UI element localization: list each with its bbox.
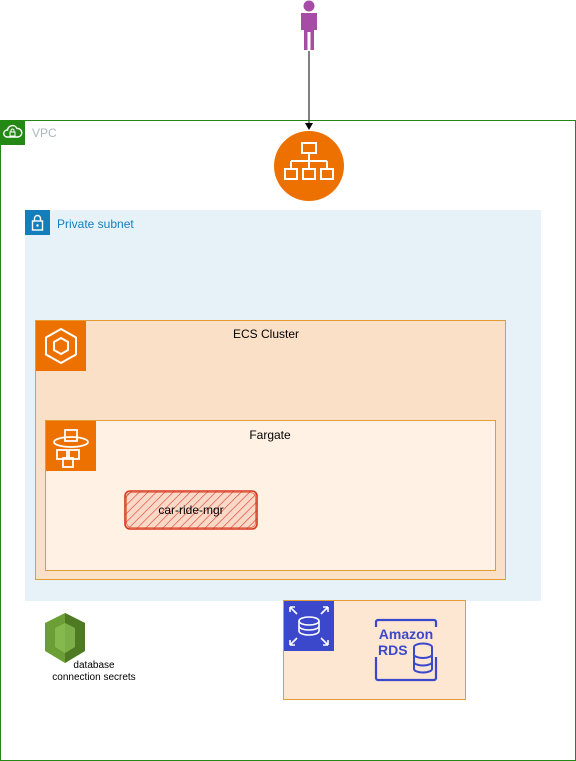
secrets-label: database connection secrets <box>52 660 136 683</box>
lock-icon <box>25 210 50 235</box>
ecs-icon <box>36 321 86 371</box>
load-balancer-icon <box>274 131 344 201</box>
amazon-rds-logo: Amazon RDS <box>370 618 438 682</box>
rds-logo-line1: Amazon <box>379 626 433 642</box>
fargate-group <box>45 420 496 571</box>
fargate-icon <box>46 421 96 471</box>
rds-icon <box>284 601 334 651</box>
task-label: car-ride-mgr <box>158 503 224 517</box>
vpc-label: VPC <box>32 126 57 140</box>
secrets-manager-icon <box>45 613 85 663</box>
ecs-cluster-label: ECS Cluster <box>232 327 300 341</box>
vpc-cloud-icon <box>0 120 25 145</box>
user-icon <box>301 0 317 50</box>
rds-logo-line2: RDS <box>378 642 408 658</box>
fargate-label: Fargate <box>249 428 291 442</box>
private-subnet-label: Private subnet <box>57 217 134 231</box>
